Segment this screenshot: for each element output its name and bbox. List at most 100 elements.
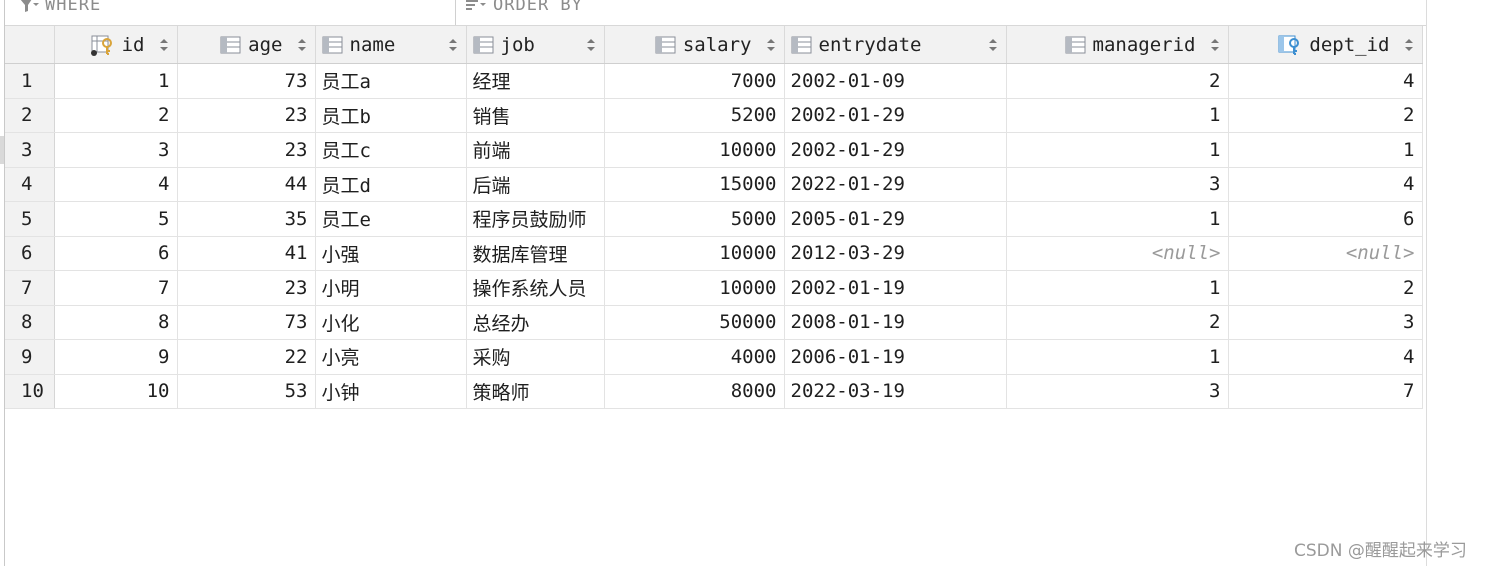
cell-entrydate[interactable]: 2002-01-29 [784,132,1007,168]
cell-managerid[interactable]: 1 [1006,201,1229,237]
table-row[interactable]: 1 1 73 员工a 经理 7000 2002-01-09 2 4 [5,63,1423,99]
cell-job[interactable]: 采购 [466,339,605,375]
table-row[interactable]: 6 6 41 小强 数据库管理 10000 2012-03-29 <null> <null> [5,236,1423,271]
cell-job[interactable]: 操作系统人员 [466,270,605,306]
row-number[interactable]: 5 [5,201,55,237]
cell-job[interactable]: 数据库管理 [466,236,605,271]
sort-arrows-icon[interactable] [159,38,169,52]
sort-arrows-icon[interactable] [1404,38,1414,52]
cell-dept-id[interactable]: 2 [1228,98,1423,133]
sort-arrows-icon[interactable] [766,38,776,52]
cell-managerid[interactable]: 1 [1006,339,1229,375]
cell-id[interactable]: 10 [54,374,178,409]
sort-arrows-icon[interactable] [586,38,596,52]
cell-entrydate[interactable]: 2008-01-19 [784,305,1007,340]
cell-salary[interactable]: 5000 [604,201,785,237]
cell-entrydate[interactable]: 2002-01-29 [784,98,1007,133]
cell-job[interactable]: 前端 [466,132,605,168]
table-row[interactable]: 10 10 53 小钟 策略师 8000 2022-03-19 3 7 [5,374,1423,409]
table-row[interactable]: 8 8 73 小化 总经办 50000 2008-01-19 2 3 [5,305,1423,340]
cell-age[interactable]: 41 [177,236,316,271]
cell-salary[interactable]: 7000 [604,63,785,99]
cell-name[interactable]: 员工d [315,167,467,202]
cell-dept-id[interactable]: 4 [1228,339,1423,375]
sort-arrows-icon[interactable] [1210,38,1220,52]
cell-salary[interactable]: 4000 [604,339,785,375]
column-header-entrydate[interactable]: entrydate [784,26,1007,64]
row-number[interactable]: 2 [5,98,55,133]
row-number[interactable]: 8 [5,305,55,340]
sort-arrows-icon[interactable] [448,38,458,52]
cell-managerid[interactable]: 2 [1006,63,1229,99]
cell-job[interactable]: 后端 [466,167,605,202]
cell-job[interactable]: 销售 [466,98,605,133]
row-number[interactable]: 4 [5,167,55,202]
cell-salary[interactable]: 10000 [604,132,785,168]
cell-age[interactable]: 35 [177,201,316,237]
cell-dept-id[interactable]: 7 [1228,374,1423,409]
table-row[interactable]: 4 4 44 员工d 后端 15000 2022-01-29 3 4 [5,167,1423,202]
cell-age[interactable]: 22 [177,339,316,375]
cell-age[interactable]: 53 [177,374,316,409]
cell-job[interactable]: 策略师 [466,374,605,409]
cell-age[interactable]: 23 [177,270,316,306]
cell-managerid[interactable]: 3 [1006,374,1229,409]
cell-salary[interactable]: 10000 [604,270,785,306]
order-by-filter[interactable]: ORDER BY [465,0,583,16]
table-row[interactable]: 2 2 23 员工b 销售 5200 2002-01-29 1 2 [5,98,1423,133]
table-row[interactable]: 3 3 23 员工c 前端 10000 2002-01-29 1 1 [5,132,1423,168]
cell-dept-id[interactable]: 6 [1228,201,1423,237]
cell-entrydate[interactable]: 2012-03-29 [784,236,1007,271]
cell-age[interactable]: 23 [177,132,316,168]
cell-job[interactable]: 经理 [466,63,605,99]
cell-age[interactable]: 73 [177,63,316,99]
cell-job[interactable]: 程序员鼓励师 [466,201,605,237]
cell-managerid[interactable]: 1 [1006,270,1229,306]
cell-entrydate[interactable]: 2002-01-09 [784,63,1007,99]
cell-job[interactable]: 总经办 [466,305,605,340]
column-header-salary[interactable]: salary [604,26,785,64]
cell-name[interactable]: 小钟 [315,374,467,409]
cell-dept-id[interactable]: <null> [1228,236,1423,271]
cell-name[interactable]: 员工e [315,201,467,237]
table-row[interactable]: 9 9 22 小亮 采购 4000 2006-01-19 1 4 [5,339,1423,375]
cell-name[interactable]: 员工c [315,132,467,168]
row-number[interactable]: 9 [5,339,55,375]
cell-name[interactable]: 小化 [315,305,467,340]
column-header-job[interactable]: job [466,26,605,64]
cell-age[interactable]: 23 [177,98,316,133]
row-number[interactable]: 6 [5,236,55,271]
where-filter[interactable]: WHERE [19,0,101,16]
sort-arrows-icon[interactable] [297,38,307,52]
cell-salary[interactable]: 8000 [604,374,785,409]
cell-id[interactable]: 8 [54,305,178,340]
cell-id[interactable]: 2 [54,98,178,133]
cell-salary[interactable]: 15000 [604,167,785,202]
cell-dept-id[interactable]: 2 [1228,270,1423,306]
column-header-dept-id[interactable]: dept_id [1228,26,1423,64]
cell-id[interactable]: 3 [54,132,178,168]
cell-name[interactable]: 小亮 [315,339,467,375]
cell-id[interactable]: 1 [54,63,178,99]
cell-name[interactable]: 小明 [315,270,467,306]
cell-salary[interactable]: 10000 [604,236,785,271]
cell-name[interactable]: 员工b [315,98,467,133]
cell-entrydate[interactable]: 2006-01-19 [784,339,1007,375]
cell-salary[interactable]: 5200 [604,98,785,133]
cell-entrydate[interactable]: 2005-01-29 [784,201,1007,237]
cell-entrydate[interactable]: 2002-01-19 [784,270,1007,306]
row-number[interactable]: 7 [5,270,55,306]
cell-entrydate[interactable]: 2022-03-19 [784,374,1007,409]
cell-name[interactable]: 员工a [315,63,467,99]
cell-managerid[interactable]: 2 [1006,305,1229,340]
cell-managerid[interactable]: 1 [1006,98,1229,133]
cell-id[interactable]: 6 [54,236,178,271]
cell-id[interactable]: 9 [54,339,178,375]
column-header-id[interactable]: id [54,26,178,64]
row-number[interactable]: 10 [5,374,55,409]
column-header-managerid[interactable]: managerid [1006,26,1229,64]
cell-managerid[interactable]: 1 [1006,132,1229,168]
cell-dept-id[interactable]: 1 [1228,132,1423,168]
row-number[interactable]: 3 [5,132,55,168]
column-header-name[interactable]: name [315,26,467,64]
